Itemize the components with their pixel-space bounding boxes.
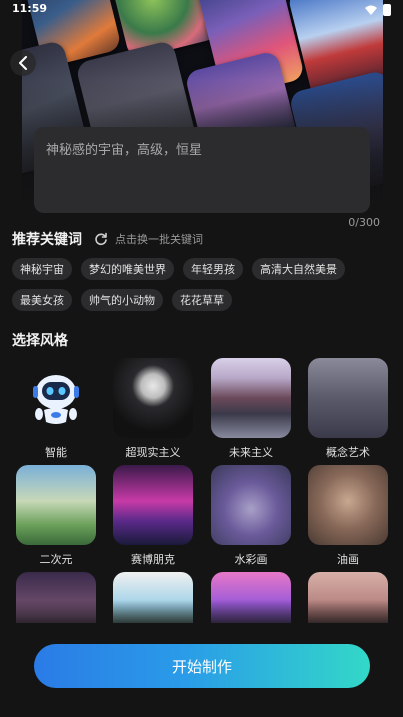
back-arrow-icon <box>19 56 27 70</box>
style-label: 油画 <box>337 553 359 566</box>
keyword-chip[interactable]: 最美女孩 <box>12 289 72 311</box>
keyword-chip[interactable]: 年轻男孩 <box>183 258 243 280</box>
style-item-anime[interactable]: 二次元 <box>16 465 96 567</box>
style-item-cyberpunk[interactable]: 赛博朋克 <box>113 465 193 567</box>
start-button-label: 开始制作 <box>171 657 232 676</box>
keyword-chip[interactable]: 高清大自然美景 <box>252 258 345 280</box>
style-label: 超现实主义 <box>125 446 181 459</box>
keyword-chip[interactable]: 帅气的小动物 <box>81 289 163 311</box>
style-grid: 智能 超现实主义 未来主义 概念艺术 二次元 赛博朋克 水彩画 油画 <box>0 358 403 623</box>
style-label: 概念艺术 <box>326 446 370 459</box>
start-button[interactable]: 开始制作 <box>34 644 370 688</box>
keyword-chip[interactable]: 梦幻的唯美世界 <box>81 258 174 280</box>
back-button[interactable] <box>10 50 36 76</box>
style-item-futurism[interactable]: 未来主义 <box>211 358 291 460</box>
hero-edge <box>383 0 403 200</box>
char-counter: 0/300 <box>348 216 380 229</box>
style-label: 水彩画 <box>234 553 268 566</box>
style-thumbnail <box>211 358 291 438</box>
keywords-header: 推荐关键词 点击换一批关键词 <box>12 229 203 249</box>
style-label: 二次元 <box>39 553 73 566</box>
style-thumbnail <box>308 465 388 545</box>
style-section-title: 选择风格 <box>12 333 68 349</box>
refresh-icon <box>95 232 107 246</box>
status-icons <box>365 4 391 16</box>
style-item-smart[interactable]: 智能 <box>16 358 96 460</box>
prompt-input[interactable]: 神秘感的宇宙，高级，恒星 <box>34 127 370 213</box>
style-label: 赛博朋克 <box>131 553 175 566</box>
keyword-chip[interactable]: 神秘宇宙 <box>12 258 72 280</box>
refresh-label: 点击换一批关键词 <box>115 233 203 246</box>
style-thumbnail <box>113 465 193 545</box>
style-thumbnail <box>113 358 193 438</box>
style-thumbnail <box>211 465 291 545</box>
prompt-text: 神秘感的宇宙，高级，恒星 <box>46 143 203 158</box>
style-label: 未来主义 <box>229 446 273 459</box>
wifi-icon <box>365 5 377 15</box>
status-time: 11:59 <box>12 2 48 15</box>
style-item-concept-art[interactable]: 概念艺术 <box>308 358 388 460</box>
style-item-surrealism[interactable]: 超现实主义 <box>113 358 193 460</box>
style-item-watercolor[interactable]: 水彩画 <box>211 465 291 567</box>
scroll-fade <box>0 600 403 630</box>
battery-icon <box>383 4 391 16</box>
style-label: 智能 <box>45 446 67 459</box>
style-thumbnail <box>308 358 388 438</box>
style-thumbnail <box>16 465 96 545</box>
status-bar: 11:59 <box>0 0 403 20</box>
style-thumbnail <box>16 358 96 438</box>
keyword-chips: 神秘宇宙 梦幻的唯美世界 年轻男孩 高清大自然美景 最美女孩 帅气的小动物 花花… <box>12 258 392 311</box>
keywords-title: 推荐关键词 <box>12 232 82 248</box>
robot-icon <box>33 375 79 424</box>
refresh-keywords-button[interactable]: 点击换一批关键词 <box>94 231 203 247</box>
keyword-chip[interactable]: 花花草草 <box>172 289 232 311</box>
hero-edge <box>0 0 22 200</box>
style-item-oil-painting[interactable]: 油画 <box>308 465 388 567</box>
